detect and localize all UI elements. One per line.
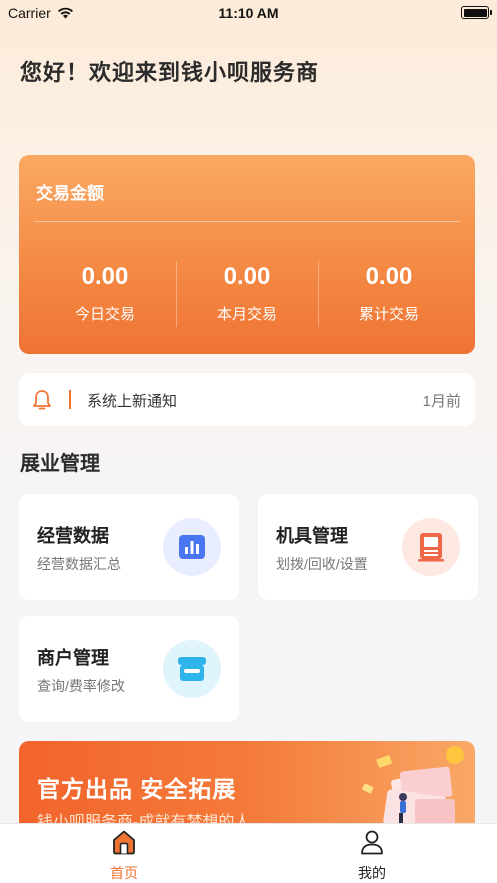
- status-bar: Carrier 11:10 AM: [0, 0, 497, 26]
- tab-mine[interactable]: 我的: [332, 829, 412, 883]
- status-time: 11:10 AM: [218, 5, 279, 21]
- tile-merchant-management-title: 商户管理: [37, 648, 109, 668]
- notice-separator: [69, 390, 71, 409]
- stats-card-divider: [34, 221, 460, 222]
- banner-headline: 官方出品 安全拓展: [37, 776, 237, 802]
- store-icon: [163, 640, 221, 698]
- tile-business-data-title: 经营数据: [37, 526, 109, 546]
- transaction-stats-card[interactable]: 交易金额 0.00 今日交易 0.00 本月交易 0.00 累计交易: [19, 155, 475, 354]
- tile-device-management-subtitle: 划拨/回收/设置: [276, 556, 368, 572]
- tile-business-data[interactable]: 经营数据 经营数据汇总: [19, 494, 239, 600]
- notice-text: 系统上新通知: [87, 393, 178, 410]
- home-icon: [113, 830, 135, 855]
- stat-today[interactable]: 0.00 今日交易: [34, 263, 176, 324]
- notice-bar[interactable]: 系统上新通知 1月前: [19, 373, 475, 426]
- device-icon: [402, 518, 460, 576]
- battery-icon: [461, 6, 492, 19]
- stats-card-title: 交易金额: [36, 184, 104, 203]
- stat-total-label: 累计交易: [358, 306, 419, 323]
- bar-chart-icon: [163, 518, 221, 576]
- tile-business-data-subtitle: 经营数据汇总: [37, 556, 121, 572]
- tab-bar: 首页 我的: [0, 823, 497, 883]
- stat-month-value: 0.00: [223, 263, 271, 290]
- tile-merchant-management-subtitle: 查询/费率修改: [37, 678, 125, 694]
- section-title: 展业管理: [20, 453, 100, 475]
- stat-today-label: 今日交易: [74, 306, 135, 323]
- tile-device-management-title: 机具管理: [276, 526, 348, 546]
- stat-today-value: 0.00: [81, 263, 129, 290]
- notice-time: 1月前: [422, 393, 461, 410]
- tab-home[interactable]: 首页: [84, 829, 164, 883]
- user-icon: [361, 830, 383, 855]
- tile-device-management[interactable]: 机具管理 划拨/回收/设置: [258, 494, 478, 600]
- stat-total-value: 0.00: [365, 263, 413, 290]
- tile-merchant-management[interactable]: 商户管理 查询/费率修改: [19, 616, 239, 722]
- greeting-title: 您好！欢迎来到钱小呗服务商: [20, 60, 320, 85]
- tab-home-label: 首页: [110, 865, 138, 881]
- stat-month-label: 本月交易: [216, 306, 277, 323]
- stat-total[interactable]: 0.00 累计交易: [318, 263, 460, 324]
- tab-mine-label: 我的: [358, 865, 386, 881]
- bell-icon: [33, 390, 51, 410]
- stat-month[interactable]: 0.00 本月交易: [176, 263, 318, 324]
